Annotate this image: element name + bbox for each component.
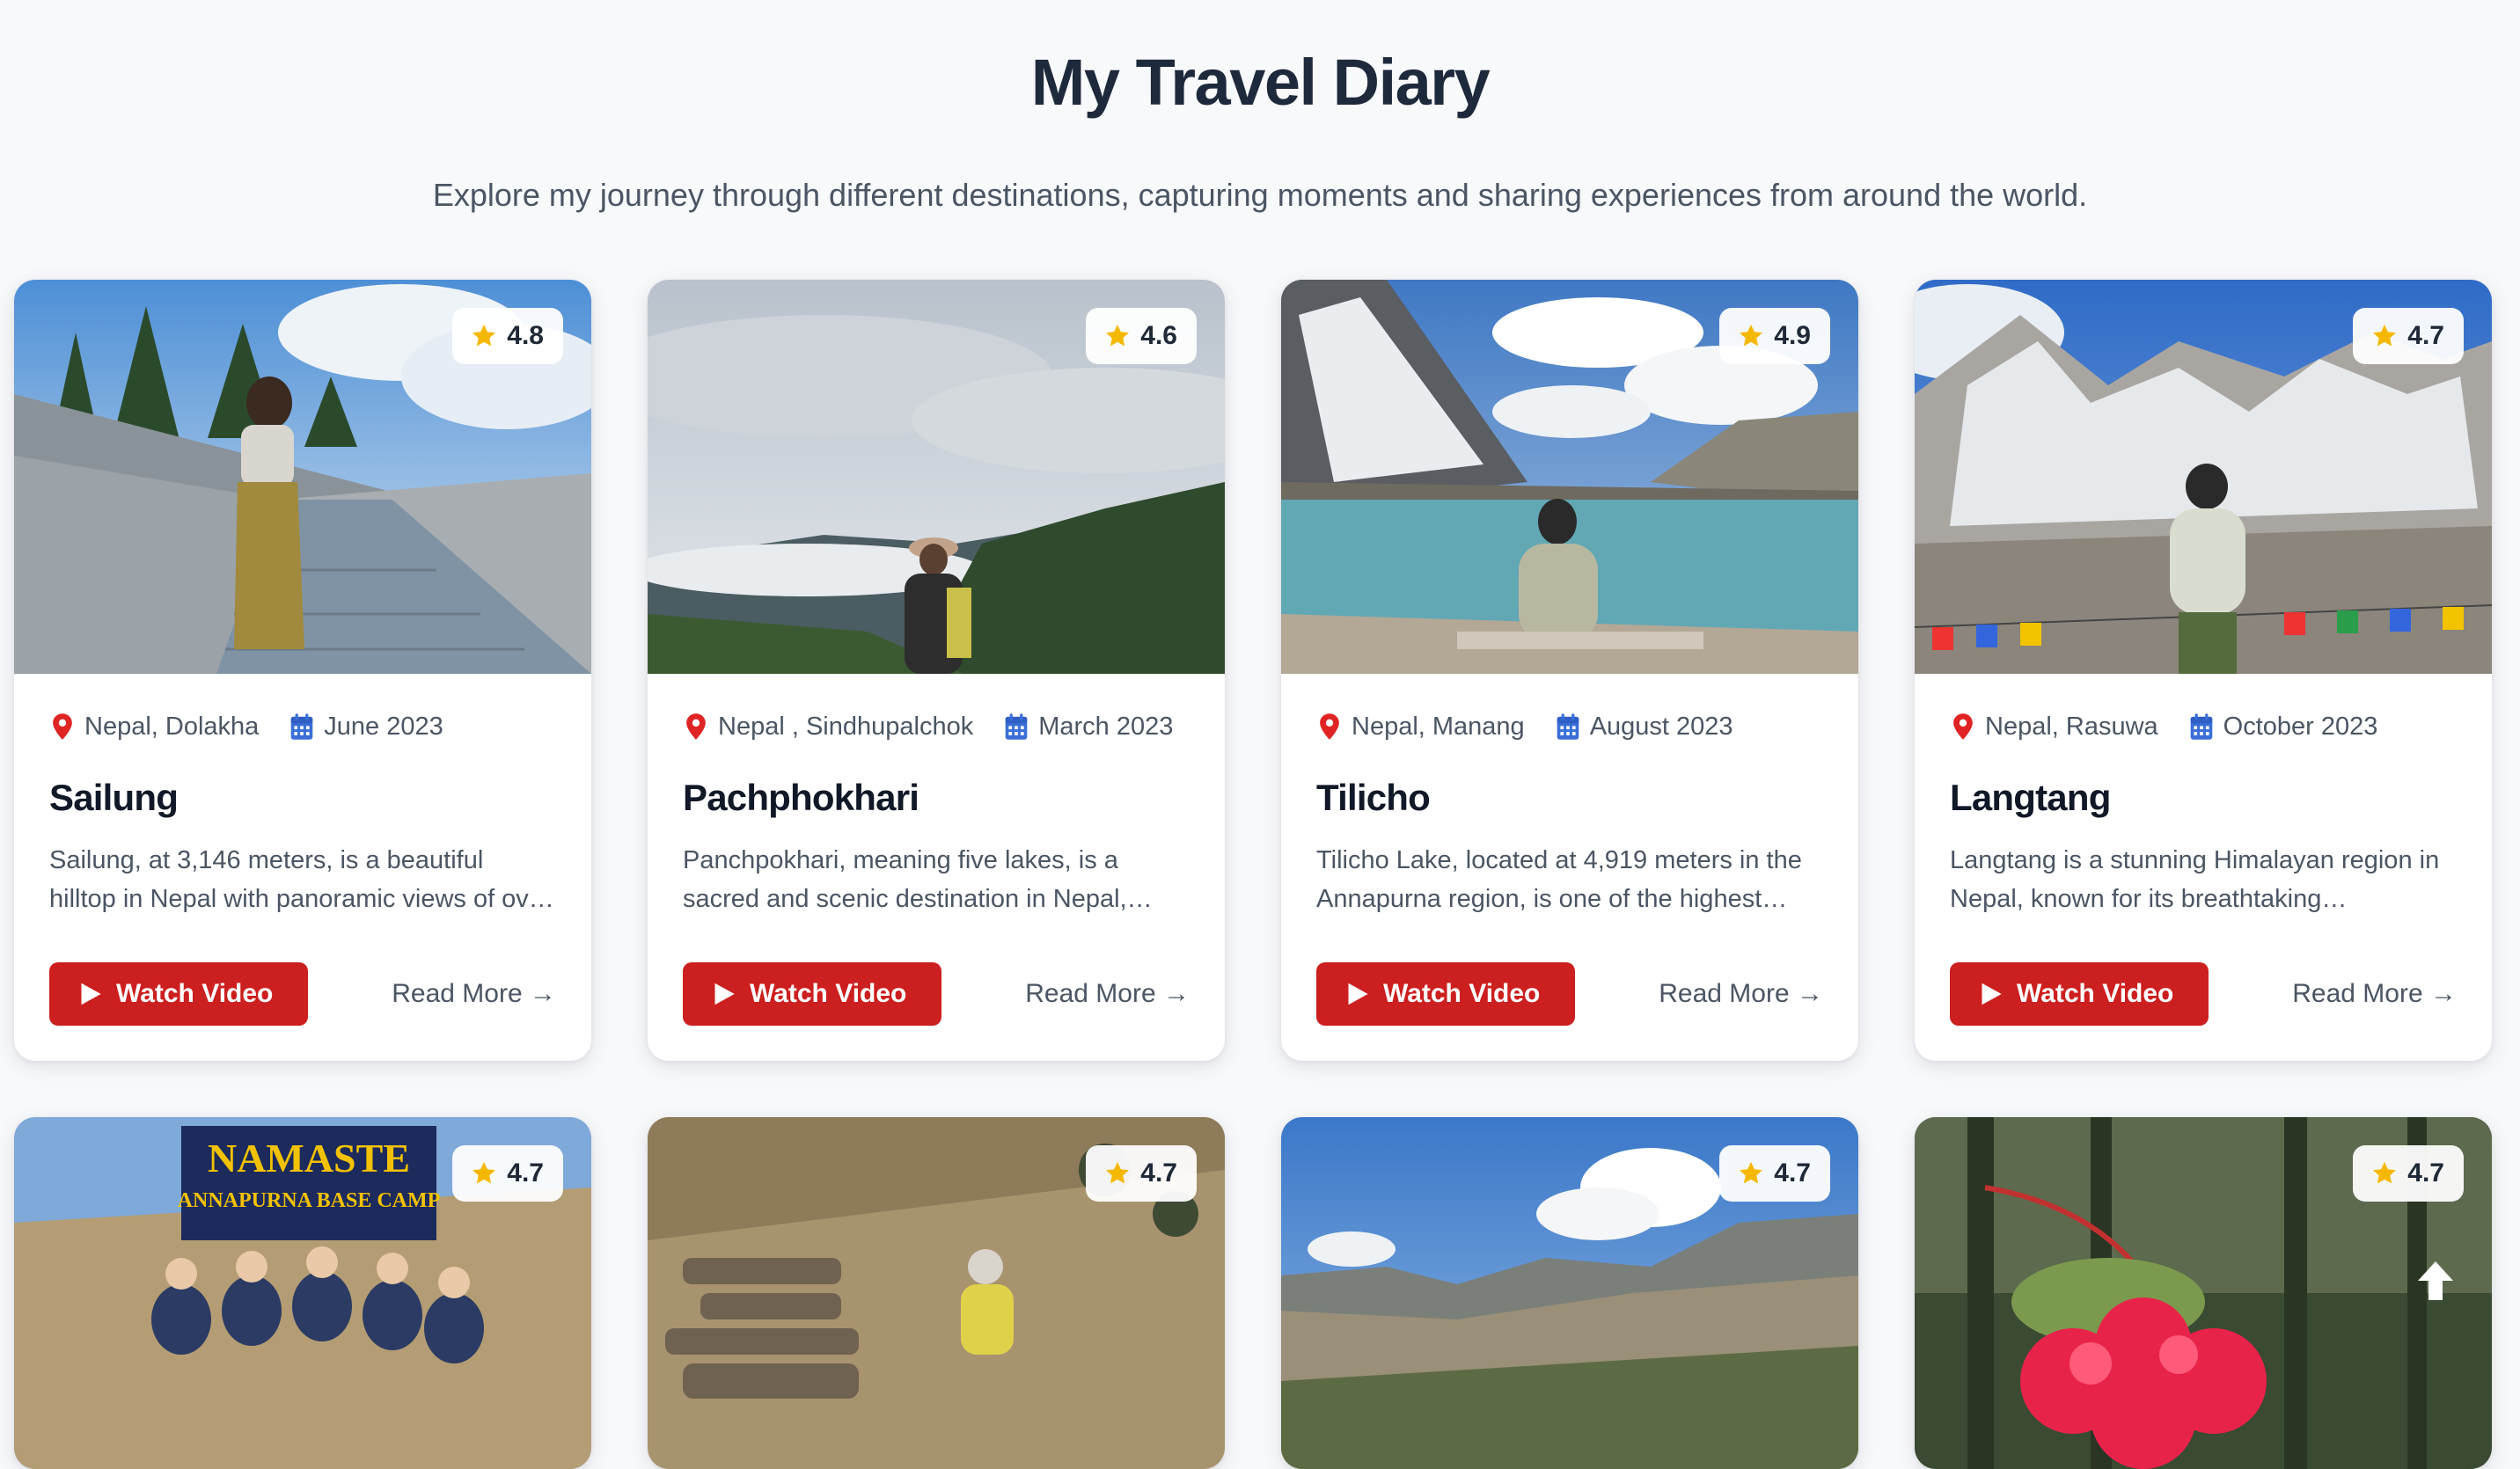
card-title: Tilicho xyxy=(1316,777,1431,818)
star-icon xyxy=(2370,1159,2399,1188)
destination-card[interactable]: 4.6 Nepal , Sindhupalchok March 2023 Pac… xyxy=(648,280,1225,1061)
rating-badge: 4.8 xyxy=(452,308,563,364)
rating-value: 4.7 xyxy=(2407,321,2444,350)
destination-photo: NAMASTE ANNAPURNA BASE CAMP 4.7 xyxy=(14,1117,591,1469)
destination-photo: 4.7 xyxy=(1281,1117,1858,1469)
map-pin-icon xyxy=(683,713,709,741)
destination-photo: 4.7 xyxy=(648,1117,1225,1469)
watch-video-label: Watch Video xyxy=(1383,979,1541,1008)
map-pin-icon xyxy=(49,713,76,741)
location-text: Nepal, Rasuwa xyxy=(1985,712,2158,741)
rating-value: 4.9 xyxy=(1774,321,1811,350)
page-subtitle: Explore my journey through different des… xyxy=(432,177,2088,213)
read-more-link[interactable]: Read More → xyxy=(1025,979,1190,1009)
card-title: Langtang xyxy=(1950,777,2111,818)
rating-value: 4.8 xyxy=(507,321,544,350)
rating-value: 4.7 xyxy=(2407,1158,2444,1188)
sign-abc: ANNAPURNA BASE CAMP xyxy=(178,1189,441,1212)
play-icon xyxy=(1980,982,2003,1006)
card-meta: Nepal, Rasuwa October 2023 xyxy=(1950,709,2457,744)
destination-card[interactable]: 4.8 Nepal, Dolakha June 2023 Sailung Sai… xyxy=(14,280,591,1061)
date-text: March 2023 xyxy=(1038,712,1174,741)
calendar-icon xyxy=(2188,713,2215,741)
star-icon xyxy=(470,322,498,350)
destination-card[interactable]: 4.7 xyxy=(1281,1117,1858,1469)
card-description: Panchpokhari, meaning five lakes, is a s… xyxy=(683,846,1153,913)
play-icon xyxy=(713,982,736,1006)
card-title: Sailung xyxy=(49,777,179,818)
calendar-icon xyxy=(289,713,315,741)
date-text: June 2023 xyxy=(324,712,443,741)
star-icon xyxy=(1737,1159,1765,1188)
star-icon xyxy=(2370,322,2399,350)
watch-video-label: Watch Video xyxy=(750,979,907,1008)
watch-video-button[interactable]: Watch Video xyxy=(1316,962,1576,1026)
destination-card[interactable]: NAMASTE ANNAPURNA BASE CAMP 4.7 xyxy=(14,1117,591,1469)
card-title: Pachphokhari xyxy=(683,777,919,818)
sign-namaste: NAMASTE xyxy=(208,1136,410,1180)
destination-card[interactable]: 4.9 Nepal, Manang August 2023 Tilicho Ti… xyxy=(1281,280,1858,1061)
calendar-icon xyxy=(1003,713,1029,741)
arrow-up-icon xyxy=(2418,1261,2453,1300)
watch-video-label: Watch Video xyxy=(2017,979,2174,1008)
page-title: My Travel Diary xyxy=(1030,46,1491,119)
card-meta: Nepal , Sindhupalchok March 2023 xyxy=(683,709,1190,744)
destination-card[interactable]: 4.7 xyxy=(648,1117,1225,1469)
destination-photo: 4.9 xyxy=(1281,280,1858,674)
date-text: August 2023 xyxy=(1589,712,1733,741)
star-icon xyxy=(470,1159,498,1188)
play-icon xyxy=(1346,982,1369,1006)
watch-video-label: Watch Video xyxy=(116,979,274,1008)
read-more-link[interactable]: Read More → xyxy=(392,979,556,1009)
card-meta: Nepal, Dolakha June 2023 xyxy=(49,709,556,744)
rating-value: 4.7 xyxy=(1774,1158,1811,1188)
watch-video-button[interactable]: Watch Video xyxy=(683,962,942,1026)
location-text: Nepal , Sindhupalchok xyxy=(718,712,974,741)
destination-card[interactable]: 4.7 Nepal, Rasuwa October 2023 Langtang … xyxy=(1915,280,2492,1061)
destination-photo: 4.8 xyxy=(14,280,591,674)
star-icon xyxy=(1103,1159,1132,1188)
rating-badge: 4.6 xyxy=(1086,308,1197,364)
calendar-icon xyxy=(1555,713,1581,741)
play-icon xyxy=(79,982,102,1006)
read-more-link[interactable]: Read More → xyxy=(1659,979,1823,1009)
rating-badge: 4.7 xyxy=(2353,1145,2464,1202)
map-pin-icon xyxy=(1950,713,1976,741)
location-text: Nepal, Manang xyxy=(1352,712,1525,741)
star-icon xyxy=(1103,322,1132,350)
destination-grid: 4.8 Nepal, Dolakha June 2023 Sailung Sai… xyxy=(14,280,2492,1469)
map-pin-icon xyxy=(1316,713,1343,741)
card-description: Tilicho Lake, located at 4,919 meters in… xyxy=(1316,846,1802,913)
rating-badge: 4.7 xyxy=(1086,1145,1197,1202)
watch-video-button[interactable]: Watch Video xyxy=(49,962,309,1026)
location-text: Nepal, Dolakha xyxy=(84,712,260,741)
watch-video-button[interactable]: Watch Video xyxy=(1950,962,2209,1026)
card-meta: Nepal, Manang August 2023 xyxy=(1316,709,1823,744)
read-more-link[interactable]: Read More → xyxy=(2292,979,2457,1009)
rating-value: 4.6 xyxy=(1140,321,1177,350)
rating-badge: 4.9 xyxy=(1719,308,1830,364)
destination-photo: 4.6 xyxy=(648,280,1225,674)
rating-badge: 4.7 xyxy=(1719,1145,1830,1202)
rating-value: 4.7 xyxy=(1140,1158,1177,1188)
rating-value: 4.7 xyxy=(507,1158,544,1188)
scroll-to-top-button[interactable] xyxy=(2404,1249,2467,1312)
date-text: October 2023 xyxy=(2223,712,2378,741)
star-icon xyxy=(1737,322,1765,350)
rating-badge: 4.7 xyxy=(2353,308,2464,364)
page-header: My Travel Diary Explore my journey throu… xyxy=(0,0,2520,215)
rating-badge: 4.7 xyxy=(452,1145,563,1202)
card-description: Sailung, at 3,146 meters, is a beautiful… xyxy=(49,846,554,913)
card-description: Langtang is a stunning Himalayan region … xyxy=(1950,846,2440,913)
destination-photo: 4.7 xyxy=(1915,280,2492,674)
